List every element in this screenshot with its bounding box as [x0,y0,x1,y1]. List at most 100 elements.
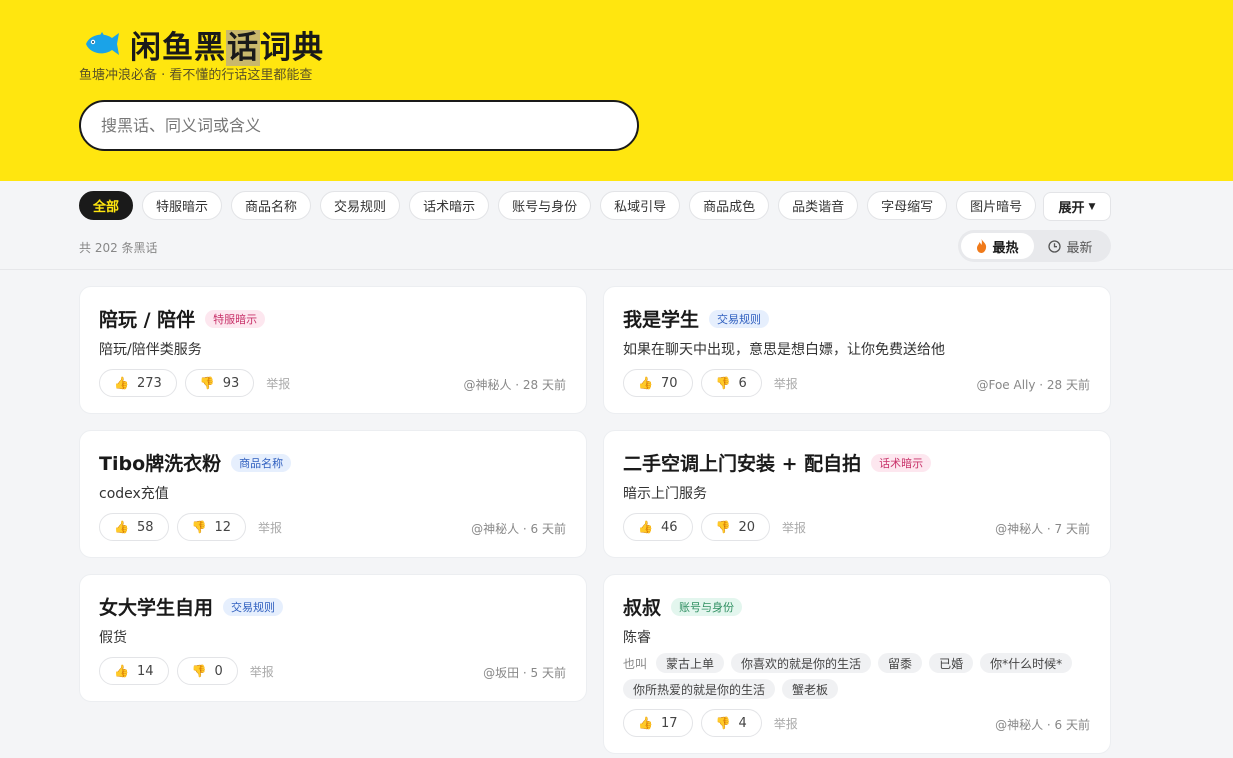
downvote-button[interactable]: 👎 0 [176,657,238,685]
term-card[interactable]: 我是学生 交易规则 如果在聊天中出现，意思是想白嫖，让你免费送给他 👍 70 👎 6 举报 @F… [603,286,1111,414]
downvote-count: 20 [738,519,755,535]
sort-hot[interactable]: 最热 [961,233,1034,259]
upvote-button[interactable]: 👍 273 [99,369,177,397]
thumbs-down-icon: 👎 [715,716,731,730]
upvote-count: 58 [136,519,154,535]
upvote-count: 46 [660,519,678,535]
category-tag[interactable]: 话术暗示 [871,453,932,472]
category-tag[interactable]: 特服暗示 [205,309,266,328]
chip-8[interactable]: 品类谐音 [778,191,859,220]
header: 闲鱼黑话词典 鱼塘冲浪必备 · 看不懂的行话这里都能查 [0,0,1233,181]
chip-4[interactable]: 话术暗示 [409,191,490,220]
sort-new[interactable]: 最新 [1034,233,1107,259]
term-title: 女大学生自用 [99,597,214,619]
term-title: Tibo牌洗衣粉 [99,453,222,475]
upvote-count: 17 [660,715,678,731]
downvote-button[interactable]: 👎 93 [184,369,255,397]
term-card[interactable]: 叔叔 账号与身份陈睿也叫 蒙古上单 你喜欢的就是你的生活 留黍 已婚 你*什么时候* 你所热爱… [603,574,1111,754]
category-tag[interactable]: 账号与身份 [671,597,743,616]
sort-toggle: 最热 最新 [958,230,1111,262]
expand-button[interactable]: 展开 ▼ [1043,192,1111,221]
chip-3[interactable]: 交易规则 [320,191,401,220]
term-card[interactable]: 陪玩 / 陪伴 特服暗示 陪玩/陪伴类服务 👍 273 👎 93 举报 @神秘人 · 28 天前 [79,286,587,414]
expand-label: 展开 [1058,201,1085,216]
alias-chip[interactable]: 你所热爱的就是你的生活 [623,679,776,699]
term-meaning: codex充值 [99,486,169,502]
term-meaning: 陪玩/陪伴类服务 [99,342,202,358]
thumbs-up-icon: 👍 [114,664,129,678]
term-card[interactable]: 女大学生自用 交易规则 假货 👍 14 👎 0 举报 @坂田 · 5 天前 [79,574,587,702]
report-link[interactable]: 举报 [782,519,806,536]
sort-new-label: 最新 [1066,240,1093,256]
downvote-button[interactable]: 👎 4 [700,709,762,737]
search-input[interactable] [101,116,637,135]
chip-7[interactable]: 商品成色 [689,191,770,220]
report-link[interactable]: 举报 [266,375,290,392]
vote-row: 👍 14 👎 0 举报 [99,657,274,685]
chip-5[interactable]: 账号与身份 [498,191,592,220]
term-card[interactable]: Tibo牌洗衣粉 商品名称 codex充值 👍 58 👎 12 举报 @神秘人 · 6 天前 [79,430,587,558]
card-title-row: 我是学生 交易规则 [623,305,770,332]
downvote-count: 0 [214,663,223,679]
alias-chip[interactable]: 已婚 [929,653,974,673]
category-tag[interactable]: 交易规则 [223,597,284,616]
tagline: 鱼塘冲浪必备 · 看不懂的行话这里都能查 [79,68,313,83]
alias-label: 也叫 [623,656,648,671]
logo[interactable]: 闲鱼黑话词典 [82,22,324,66]
alias-chip[interactable]: 你*什么时候* [980,653,1073,673]
chip-9[interactable]: 字母缩写 [867,191,948,220]
chip-0[interactable]: 全部 [79,191,134,220]
chip-1[interactable]: 特服暗示 [142,191,223,220]
alias-chip[interactable]: 留黍 [878,653,923,673]
card-title-row: 二手空调上门安装 + 配自拍 话术暗示 [623,449,932,476]
chip-10[interactable]: 图片暗号 [956,191,1037,220]
author-meta: @神秘人 · 28 天前 [463,378,566,392]
author-meta: @神秘人 · 7 天前 [995,522,1090,536]
sort-hot-label: 最热 [992,240,1019,256]
alias-row: 也叫 蒙古上单 你喜欢的就是你的生活 留黍 已婚 你*什么时候* 你所热爱的就是你的生活 蟹老… [623,653,1093,699]
vote-row: 👍 70 👎 6 举报 [623,369,798,397]
author-meta: @坂田 · 5 天前 [483,666,566,680]
thumbs-down-icon: 👎 [191,664,207,678]
category-chips: 全部 特服暗示 商品名称 交易规则 话术暗示 账号与身份 私域引导 商品成色 品类谐音 字母缩写图… [79,191,1037,220]
thumbs-up-icon: 👍 [114,376,129,390]
downvote-button[interactable]: 👎 6 [700,369,762,397]
vote-row: 👍 273 👎 93 举报 [99,369,290,397]
alias-chip[interactable]: 蒙古上单 [656,653,725,673]
upvote-button[interactable]: 👍 17 [623,709,693,737]
fire-icon [977,239,987,253]
card-title-row: 叔叔 账号与身份 [623,593,743,620]
downvote-count: 12 [214,519,231,535]
term-title: 叔叔 [623,597,662,619]
category-tag[interactable]: 交易规则 [709,309,770,328]
thumbs-down-icon: 👎 [715,376,731,390]
upvote-button[interactable]: 👍 70 [623,369,693,397]
upvote-button[interactable]: 👍 46 [623,513,693,541]
category-tag[interactable]: 商品名称 [231,453,292,472]
report-link[interactable]: 举报 [250,663,274,680]
site-title: 闲鱼黑话词典 [130,29,324,66]
term-card[interactable]: 二手空调上门安装 + 配自拍 话术暗示 暗示上门服务 👍 46 👎 20 举报 @神秘人 · 7… [603,430,1111,558]
total-count: 共 202 条黑话 [79,241,158,255]
author-meta: @神秘人 · 6 天前 [995,718,1090,732]
report-link[interactable]: 举报 [774,375,798,392]
alias-chip[interactable]: 你喜欢的就是你的生活 [731,653,872,673]
caret-down-icon: ▼ [1088,201,1096,212]
card-title-row: Tibo牌洗衣粉 商品名称 [99,449,292,476]
report-link[interactable]: 举报 [258,519,282,536]
card-title-row: 女大学生自用 交易规则 [99,593,284,620]
search-box [79,100,639,151]
upvote-count: 70 [660,375,678,391]
alias-chip[interactable]: 蟹老板 [782,679,839,699]
report-link[interactable]: 举报 [774,715,798,732]
upvote-button[interactable]: 👍 14 [99,657,169,685]
upvote-button[interactable]: 👍 58 [99,513,169,541]
chip-6[interactable]: 私域引导 [600,191,681,220]
term-meaning: 陈睿 [623,630,651,646]
downvote-button[interactable]: 👎 20 [700,513,770,541]
term-meaning: 假货 [99,630,127,646]
downvote-button[interactable]: 👎 12 [176,513,246,541]
chip-2[interactable]: 商品名称 [231,191,312,220]
thumbs-down-icon: 👎 [191,520,207,534]
term-title: 我是学生 [623,309,700,331]
